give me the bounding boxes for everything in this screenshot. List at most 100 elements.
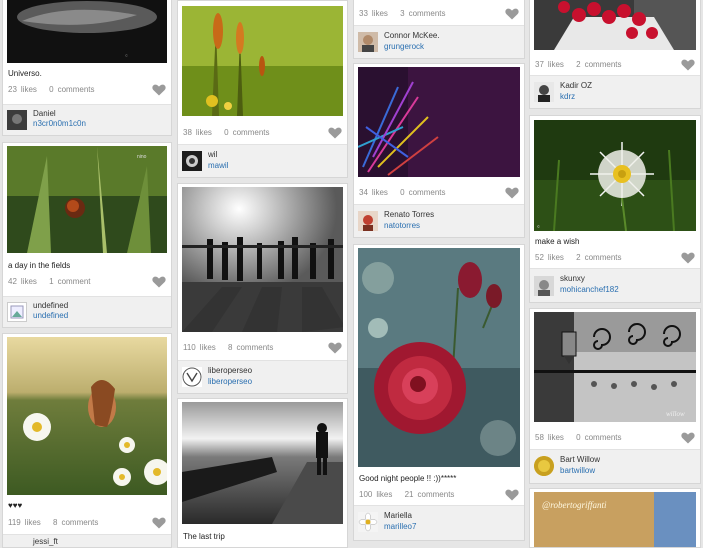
photo-card[interactable]: 37 likes 2 comments Kadir OZ kdrz <box>529 0 701 109</box>
photo-image[interactable]: © <box>7 0 167 63</box>
user-login-link[interactable]: grungerock <box>384 42 424 51</box>
comments-count: 0 <box>576 433 581 442</box>
user-bar: Kadir OZ kdrz <box>530 75 700 108</box>
like-heart-icon[interactable] <box>152 517 166 529</box>
photo-stats: 37 likes 2 comments <box>535 60 695 74</box>
user-avatar[interactable] <box>534 276 554 296</box>
photo-card[interactable]: willow 58 likes 0 comments Bart Willow bar… <box>529 308 701 484</box>
user-name: undefined <box>33 301 69 310</box>
photo-card[interactable]: 38 likes 0 comments wil mawil <box>177 0 348 178</box>
user-login-link[interactable]: kdrz <box>560 92 575 101</box>
user-login-link[interactable]: undefined <box>33 311 68 320</box>
svg-text:©: © <box>125 53 128 58</box>
photo-card[interactable]: © Universo. 23 likes 0 comments Daniel n3c… <box>2 0 172 136</box>
photo-card[interactable]: Good night people !! :))***** 100 likes 2… <box>353 244 525 541</box>
photo-image[interactable]: © <box>534 120 696 231</box>
photo-image[interactable] <box>182 402 343 524</box>
like-heart-icon[interactable] <box>505 187 519 199</box>
likes-count: 110 <box>183 343 196 352</box>
like-heart-icon[interactable] <box>681 432 695 444</box>
photo-image[interactable] <box>7 337 167 495</box>
user-name: Kadir OZ <box>560 81 593 90</box>
user-login-link[interactable]: mawil <box>208 161 228 170</box>
like-heart-icon[interactable] <box>505 8 519 20</box>
likes-count: 42 <box>8 277 17 286</box>
user-name: Mariella <box>384 511 413 520</box>
photo-card[interactable]: ♥♥♥ 119 likes 8 comments jessi_ft <box>2 333 172 548</box>
photo-stats: 100 likes 21 comments <box>359 490 519 504</box>
likes-count: 119 <box>8 518 21 527</box>
like-heart-icon[interactable] <box>328 127 342 139</box>
photo-caption: Good night people !! :))***** <box>359 474 457 483</box>
user-bar: Bart Willow bartwillow <box>530 449 700 483</box>
photo-caption: a day in the fields <box>8 261 71 270</box>
likes-count: 23 <box>8 85 17 94</box>
user-login-link[interactable]: n3cr0n0m1c0n <box>33 119 86 128</box>
likes-count: 38 <box>183 128 192 137</box>
user-name: wil <box>208 150 218 159</box>
photo-card[interactable]: 110 likes 8 comments liberoperseo liberope… <box>177 183 348 394</box>
comments-count: 8 <box>53 518 58 527</box>
user-avatar[interactable] <box>534 456 554 476</box>
user-login-link[interactable]: mohicanchef182 <box>560 285 619 294</box>
photo-stats: 38 likes 0 comments <box>183 128 342 142</box>
likes-count: 100 <box>359 490 373 499</box>
like-heart-icon[interactable] <box>681 59 695 71</box>
user-bar: skunxy mohicanchef182 <box>530 268 700 302</box>
likes-count: 58 <box>535 433 544 442</box>
like-heart-icon[interactable] <box>505 489 519 501</box>
photo-image[interactable] <box>182 187 343 332</box>
user-avatar[interactable] <box>358 32 378 52</box>
comments-label: comment <box>57 277 91 286</box>
photo-image[interactable]: willow <box>534 312 696 422</box>
photo-image[interactable] <box>358 67 520 177</box>
user-bar: Daniel n3cr0n0m1c0n <box>3 104 171 135</box>
photo-card[interactable]: 34 likes 0 comments Renato Torres natotorr… <box>353 63 525 238</box>
photo-caption: The last trip <box>183 532 225 541</box>
comments-count: 0 <box>400 188 405 197</box>
photo-card[interactable]: @robertogriffanti <box>529 488 701 548</box>
photo-image[interactable] <box>358 248 520 467</box>
likes-count: 34 <box>359 188 368 197</box>
photo-card[interactable]: © make a wish 52 likes 2 comments skunxy m… <box>529 115 701 303</box>
likes-label: likes <box>547 60 564 69</box>
photo-card[interactable]: nino a day in the fields 42 likes 1 commen… <box>2 142 172 328</box>
photo-image[interactable] <box>182 6 343 116</box>
likes-count: 33 <box>359 9 368 18</box>
photo-image[interactable]: @robertogriffanti <box>534 492 696 547</box>
comments-label: comments <box>232 128 270 137</box>
comments-count: 0 <box>224 128 229 137</box>
comments-count: 21 <box>404 490 414 499</box>
likes-count: 52 <box>535 253 544 262</box>
user-avatar[interactable] <box>358 211 378 231</box>
user-avatar[interactable] <box>7 302 27 322</box>
user-avatar[interactable] <box>182 367 202 387</box>
like-heart-icon[interactable] <box>681 252 695 264</box>
user-login-link[interactable]: bartwillow <box>560 466 595 475</box>
like-heart-icon[interactable] <box>152 276 166 288</box>
user-avatar[interactable] <box>7 110 27 130</box>
user-login-link[interactable]: marilleo7 <box>384 522 416 531</box>
comments-label: comments <box>61 518 99 527</box>
photo-card[interactable]: 33 likes 3 comments Connor McKee. grungero… <box>353 0 525 59</box>
photo-image[interactable]: nino <box>7 146 167 253</box>
user-bar: liberoperseo liberoperseo <box>178 360 347 393</box>
comments-label: comments <box>408 188 446 197</box>
likes-label: likes <box>20 85 37 94</box>
like-heart-icon[interactable] <box>152 84 166 96</box>
photo-card[interactable]: The last trip <box>177 398 348 548</box>
photo-caption: make a wish <box>535 237 580 246</box>
photo-stats: 33 likes 3 comments <box>359 9 519 23</box>
user-avatar[interactable] <box>182 151 202 171</box>
comments-label: comments <box>584 433 622 442</box>
user-name: Daniel <box>33 109 56 118</box>
user-name: jessi_ft <box>33 537 58 546</box>
like-heart-icon[interactable] <box>328 342 342 354</box>
likes-label: likes <box>24 518 41 527</box>
user-avatar[interactable] <box>534 82 554 102</box>
user-avatar[interactable] <box>358 512 378 532</box>
user-bar: Connor McKee. grungerock <box>354 25 524 58</box>
photo-image[interactable] <box>534 0 696 50</box>
user-login-link[interactable]: natotorres <box>384 221 420 230</box>
user-login-link[interactable]: liberoperseo <box>208 377 252 386</box>
